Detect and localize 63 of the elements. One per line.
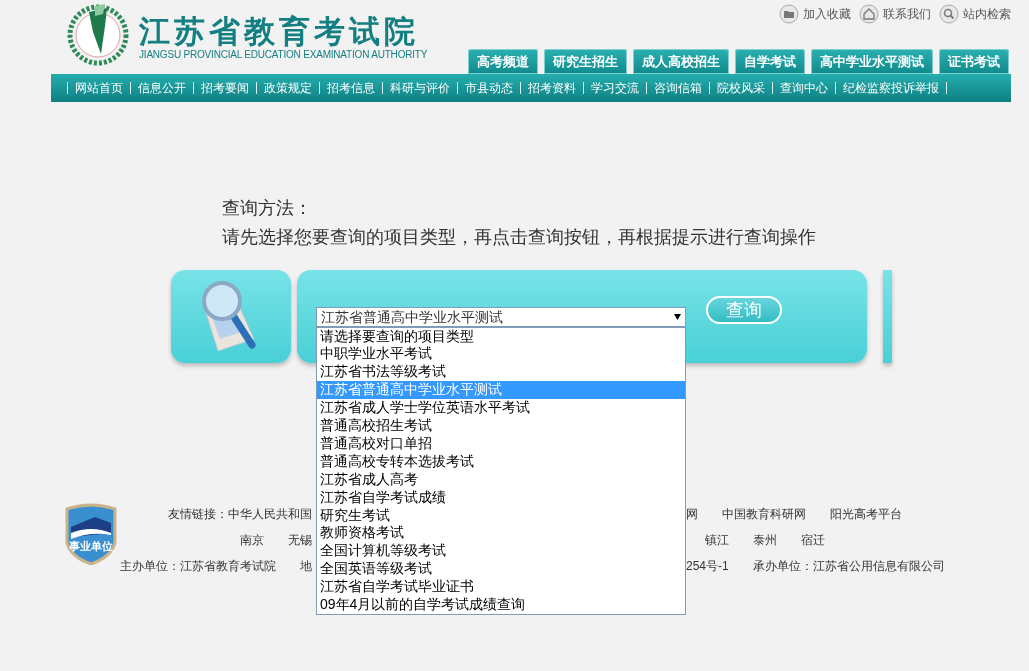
channel-tab[interactable]: 成人高校招生 xyxy=(633,49,729,74)
footer-text: 宿迁 xyxy=(801,532,825,549)
badge-shield-drawing xyxy=(65,503,117,565)
top-link[interactable]: 联系我们 xyxy=(883,5,931,23)
footer-text: 主办单位：江苏省教育考试院 xyxy=(120,558,276,575)
footer-text: 网 xyxy=(686,506,698,523)
footer-text: 泰州 xyxy=(753,532,777,549)
nav-link[interactable]: 咨询信箱 xyxy=(646,82,709,94)
nav-link[interactable]: 网站首页 xyxy=(67,82,130,94)
channel-tab[interactable]: 证书考试 xyxy=(939,49,1009,74)
nav-link[interactable]: 政策规定 xyxy=(256,82,319,94)
dropdown-option[interactable]: 全国计算机等级考试 xyxy=(317,542,685,561)
nav-link[interactable]: 查询中心 xyxy=(772,82,835,94)
dropdown-option[interactable]: 请选择要查询的项目类型 xyxy=(317,327,685,346)
nav-link[interactable]: 科研与评价 xyxy=(382,82,457,94)
dropdown-option[interactable]: 江苏省普通高中学业水平测试 xyxy=(317,381,685,400)
dropdown-option[interactable]: 江苏省成人高考 xyxy=(317,470,685,489)
footer-text: 承办单位：江苏省公用信息有限公司 xyxy=(752,558,945,575)
dropdown-option[interactable]: 中职学业水平考试 xyxy=(317,345,685,364)
channel-tab[interactable]: 高中学业水平测试 xyxy=(811,49,933,74)
instructions-heading: 查询方法： xyxy=(222,197,313,220)
nav-link[interactable]: 市县动态 xyxy=(457,82,520,94)
dropdown-option[interactable]: 普通高校招生考试 xyxy=(317,417,685,435)
home-icon[interactable] xyxy=(859,4,879,24)
dropdown-option[interactable]: 江苏省自学考试毕业证书 xyxy=(317,578,685,597)
dropdown-option[interactable]: 研究生考试 xyxy=(317,506,685,525)
select-field[interactable]: 江苏省普通高中学业水平测试 xyxy=(316,306,686,327)
footer-text: 254号-1 xyxy=(686,558,729,575)
site-subtitle: JIANGSU PROVINCIAL EDUCATION EXAMINATION AUTHORITY xyxy=(139,48,428,62)
footer-text: 友情链接：中华人民共和国 xyxy=(168,506,312,523)
folder-icon[interactable] xyxy=(779,4,799,24)
dropdown-option[interactable]: 09年4月以前的自学考试成绩查询 xyxy=(317,596,685,614)
footer-text: 地 xyxy=(300,558,312,575)
nav-link[interactable]: 学习交流 xyxy=(583,82,646,94)
search-icon[interactable] xyxy=(939,4,959,24)
nav-link[interactable]: 招考资料 xyxy=(520,82,583,94)
dropdown-option[interactable]: 江苏省成人学士学位英语水平考试 xyxy=(317,399,685,418)
footer-text: 中国教育科研网 xyxy=(722,506,806,523)
badge-text: 事业单位 xyxy=(69,540,113,552)
dropdown-option[interactable]: 教师资格考试 xyxy=(317,524,685,543)
top-link[interactable]: 加入收藏 xyxy=(803,5,851,23)
nav-link[interactable]: 招考信息 xyxy=(319,82,382,94)
nav-link[interactable]: 信息公开 xyxy=(130,82,193,94)
query-button[interactable]: 查询 xyxy=(706,295,782,324)
footer-text: 镇江 xyxy=(705,532,729,549)
nav-link[interactable]: 纪检监察投诉举报 xyxy=(835,82,947,94)
dropdown-option[interactable]: 普通高校专转本选拔考试 xyxy=(317,452,685,471)
dropdown-option[interactable]: 普通高校对口单招 xyxy=(317,434,685,453)
site-title: 江苏省教育考试院 xyxy=(139,16,420,47)
footer-text: 阳光高考平台 xyxy=(830,506,902,523)
channel-tab[interactable]: 自学考试 xyxy=(735,49,805,74)
nav-link[interactable]: 院校风采 xyxy=(709,82,772,94)
channel-tab[interactable]: 高考频道 xyxy=(468,49,538,74)
footer-text: 无锡 xyxy=(288,532,312,549)
dropdown-option[interactable]: 江苏省自学考试成绩 xyxy=(317,488,685,507)
footer-text: 南京 xyxy=(240,532,264,549)
logo-icon xyxy=(65,2,131,66)
instructions-text: 请先选择您要查询的项目类型，再点击查询按钮，再根据提示进行查询操作 xyxy=(222,226,817,249)
dropdown-option[interactable]: 全国英语等级考试 xyxy=(317,560,685,579)
channel-tab[interactable]: 研究生招生 xyxy=(544,49,627,74)
top-link[interactable]: 站内检索 xyxy=(963,5,1011,23)
dropdown-option[interactable]: 江苏省书法等级考试 xyxy=(317,363,685,382)
nav-link[interactable]: 招考要闻 xyxy=(193,82,256,94)
